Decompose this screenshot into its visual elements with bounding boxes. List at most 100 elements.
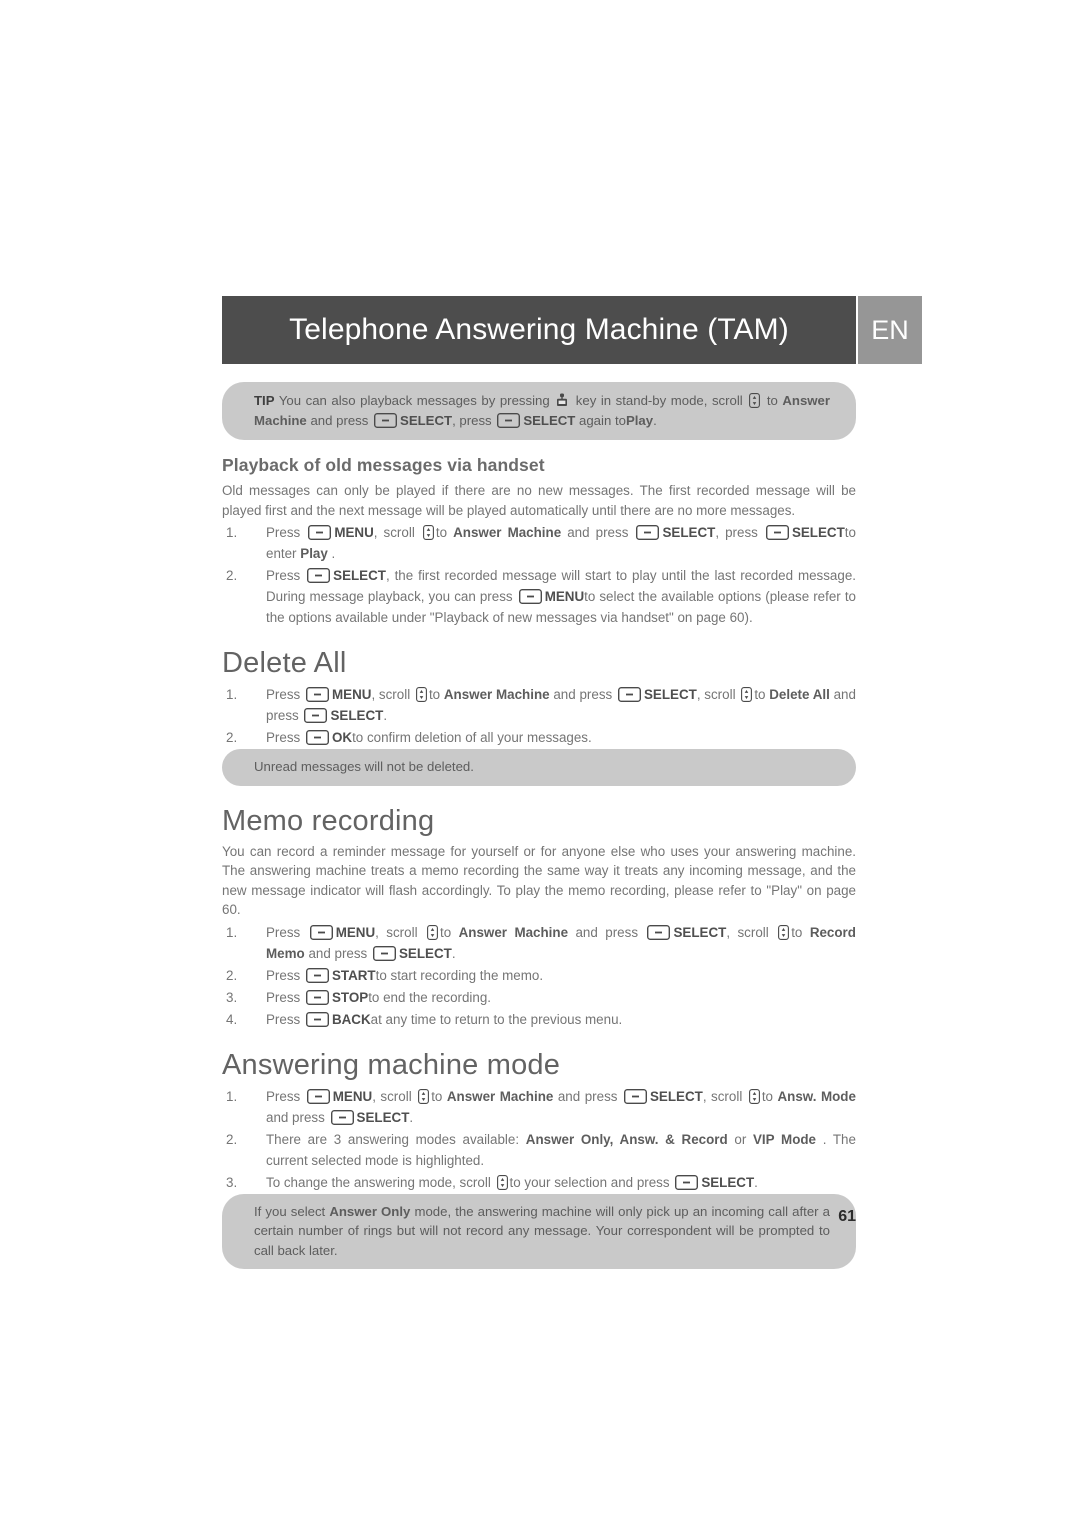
softkey-label: SELECT (673, 924, 727, 940)
softkey-label: MENU (332, 1088, 373, 1104)
softkey-label: STOP (331, 989, 369, 1005)
softkey-label: SELECT (701, 1174, 755, 1190)
step-number: 2. (226, 1131, 238, 1147)
step-text: and press (567, 525, 629, 540)
step-text: There are 3 answering modes available: (266, 1131, 520, 1147)
softkey-label: SELECT (333, 568, 386, 583)
tip-text-part5: , press (452, 412, 492, 428)
scroll-updown-icon (748, 1088, 760, 1104)
tip-menu-play: Play (625, 412, 654, 428)
softkey-icon (330, 1109, 354, 1125)
softkey-label: SELECT (330, 708, 384, 723)
step-text: . (754, 1174, 758, 1190)
mode-note-callout: If you select Answer Only mode, the answ… (222, 1193, 856, 1269)
softkey-icon (305, 729, 329, 746)
mode-section-heading: Answering machine mode (222, 1048, 561, 1081)
manual-page: Telephone Answering Machine (TAM) EN TIP… (0, 0, 1080, 1528)
tip-callout: TIP You can also playback messages by pr… (222, 382, 856, 440)
page-number: 61 (838, 1208, 856, 1225)
page-header: Telephone Answering Machine (TAM) EN (222, 296, 922, 366)
step-text: . (409, 1109, 414, 1125)
step-text: Press (266, 568, 301, 583)
step-text: , scroll (372, 1088, 412, 1104)
step-number: 2. (226, 967, 238, 983)
softkey-label: MENU (335, 924, 376, 940)
softkey-icon (647, 924, 671, 940)
step-text: and press (557, 1088, 618, 1104)
tip-label: TIP (254, 393, 275, 408)
softkey-icon (305, 989, 329, 1005)
step-text: Press (266, 1011, 301, 1027)
softkey-label: OK (331, 730, 353, 745)
step-text: Press (266, 924, 301, 940)
softkey-icon (307, 567, 331, 584)
step-text: , scroll (375, 924, 418, 940)
tip-text-part2: key in stand-by mode, scroll (575, 393, 743, 408)
delete-all-steps-list: 1. Press MENU, scroll to Answer Machine a… (222, 684, 856, 748)
step-text: and press (553, 687, 613, 702)
step-text: at any time to return to the previous me… (370, 1011, 623, 1027)
step-text: Press (266, 967, 301, 983)
step-text: to (440, 924, 452, 940)
softkey-icon (617, 686, 641, 703)
tip-text-part7: . (653, 412, 657, 428)
step-text: Press (266, 730, 301, 745)
step-item: 2. Press STARTto start recording the memo… (222, 965, 856, 986)
step-number: 2. (226, 730, 238, 745)
softkey-icon (372, 945, 396, 961)
menu-name: Play (300, 546, 328, 561)
memo-steps-list: 1. Press MENU, scroll to Answer Machine a… (222, 922, 856, 1030)
menu-name: Answer Only, Answ. & Record (525, 1131, 728, 1147)
softkey-icon (305, 967, 329, 983)
softkey-icon (497, 412, 521, 428)
softkey-icon (308, 524, 332, 541)
menu-name: Answer Machine (446, 1088, 554, 1104)
step-text: Press (266, 525, 301, 540)
step-text: to confirm deletion of all your messages… (352, 730, 592, 745)
step-item: 1. Press MENU, scroll to Answer Machine a… (222, 522, 856, 564)
menu-name: Answer Machine (453, 525, 562, 540)
scroll-updown-icon (427, 924, 438, 940)
playback-steps-list: 1. Press MENU, scroll to Answer Machine a… (222, 522, 856, 628)
step-text: to your selection and press (509, 1174, 670, 1190)
tip-text-part1: You can also playback messages by pressi… (278, 393, 550, 408)
scroll-updown-icon (749, 393, 761, 408)
step-item: 2. Press OKto confirm deletion of all you… (222, 727, 856, 748)
step-text: to (791, 924, 803, 940)
softkey-icon (675, 1174, 699, 1190)
step-number: 3. (226, 1174, 238, 1190)
step-item: 3. Press STOPto end the recording. (222, 987, 856, 1008)
step-text: or (734, 1131, 747, 1147)
language-badge: EN (858, 296, 922, 364)
language-badge-label: EN (871, 314, 909, 345)
step-text: to (431, 1088, 443, 1104)
step-text: , scroll (696, 687, 736, 702)
step-item: 4. Press BACKat any time to return to the… (222, 1009, 856, 1030)
step-number: 1. (226, 525, 238, 540)
mode-steps-list: 1. Press MENU, scroll to Answer Machine a… (222, 1086, 856, 1193)
step-text: and press (308, 945, 368, 961)
step-text: to (754, 687, 766, 702)
softkey-label: START (331, 967, 376, 983)
step-text: , scroll (373, 525, 415, 540)
softkey-label: MENU (332, 687, 372, 702)
step-number: 3. (226, 989, 238, 1005)
softkey-icon (304, 707, 328, 724)
step-text: , scroll (371, 687, 411, 702)
step-item: 1. Press MENU, scroll to Answer Machine a… (222, 922, 856, 964)
memo-section-heading: Memo recording (222, 804, 435, 837)
step-text: , scroll (726, 924, 769, 940)
delete-all-section-heading: Delete All (222, 647, 347, 679)
step-item: 2. Press SELECT, the first recorded messa… (222, 565, 856, 628)
scroll-updown-icon (422, 525, 434, 540)
softkey-label: BACK (331, 1011, 371, 1027)
softkey-label: SELECT (356, 1109, 410, 1125)
step-text: , press (715, 525, 758, 540)
memo-section-intro: You can record a reminder message for yo… (222, 843, 856, 918)
delete-all-note-text: Unread messages will not be deleted. (254, 759, 474, 774)
step-text: to (435, 525, 448, 540)
softkey-icon (636, 524, 660, 541)
menu-name: Answer Machine (458, 924, 569, 940)
step-number: 4. (226, 1011, 238, 1027)
menu-name: Delete All (769, 687, 830, 702)
